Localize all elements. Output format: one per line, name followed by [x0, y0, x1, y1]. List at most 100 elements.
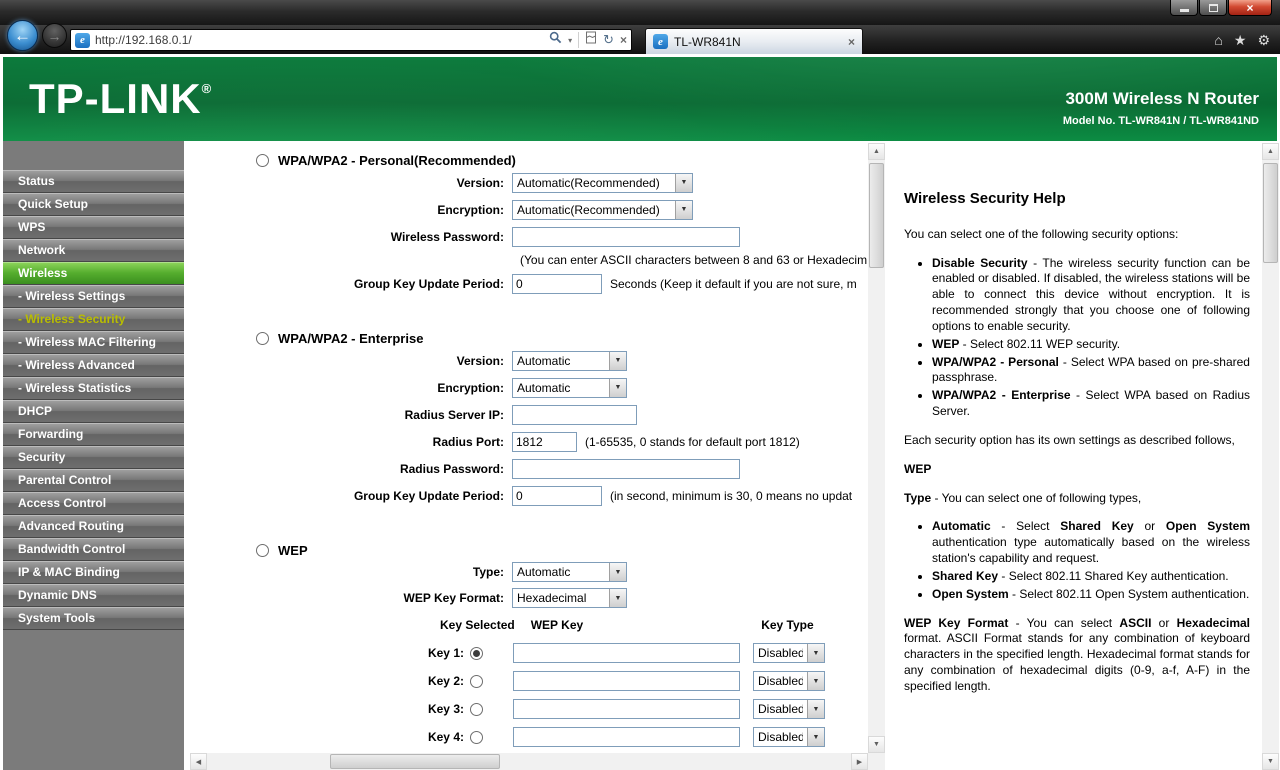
model-number: Model No. TL-WR841N / TL-WR841ND [1063, 115, 1259, 127]
minimize-icon [1180, 9, 1189, 12]
help-panel: Wireless Security Help You can select on… [890, 143, 1279, 770]
window-controls: × [1170, 0, 1272, 16]
wpa-enterprise-radio[interactable] [256, 332, 269, 345]
sidebar-item-access-control[interactable]: Access Control [3, 492, 184, 515]
chevron-down-icon: ▼ [609, 589, 626, 607]
main-horizontal-scrollbar[interactable]: ◀ ▶ [190, 753, 868, 770]
help-para: Each security option has its own setting… [904, 433, 1250, 449]
key3-input[interactable] [513, 699, 740, 719]
personal-version-value: Automatic(Recommended) [517, 176, 660, 190]
radius-server-ip-input[interactable] [512, 405, 637, 425]
chevron-down-icon: ▼ [609, 563, 626, 581]
radius-port-input[interactable] [512, 432, 577, 452]
key4-label: Key 4: [190, 730, 470, 744]
enterprise-group-key-period-input[interactable] [512, 486, 602, 506]
compatibility-view-icon[interactable] [585, 31, 597, 49]
wep-radio[interactable] [256, 544, 269, 557]
list-item: WPA/WPA2 - Personal - Select WPA based o… [932, 355, 1250, 387]
main-vscroll-thumb[interactable] [869, 163, 884, 268]
sidebar-item-bandwidth-control[interactable]: Bandwidth Control [3, 538, 184, 561]
sidebar-item-wireless-security[interactable]: - Wireless Security [3, 308, 184, 331]
enterprise-version-select[interactable]: Automatic ▼ [512, 351, 627, 371]
address-bar[interactable]: e http://192.168.0.1/ ▾ ↻ × [70, 29, 632, 51]
sidebar-menu: Status Quick Setup WPS Network Wireless … [3, 170, 184, 630]
personal-encryption-select[interactable]: Automatic(Recommended) ▼ [512, 200, 693, 220]
main-vertical-scrollbar[interactable]: ▲ ▼ [868, 143, 885, 753]
wpa-personal-radio[interactable] [256, 154, 269, 167]
key3-type-select[interactable]: Disabled ▼ [753, 699, 825, 719]
sidebar-item-quick-setup[interactable]: Quick Setup [3, 193, 184, 216]
key2-type-select[interactable]: Disabled ▼ [753, 671, 825, 691]
tab-close-icon[interactable]: × [848, 35, 855, 49]
sidebar-item-wps[interactable]: WPS [3, 216, 184, 239]
wireless-password-input[interactable] [512, 227, 740, 247]
key1-type-select[interactable]: Disabled ▼ [753, 643, 825, 663]
wireless-security-form: WPA/WPA2 - Personal(Recommended) Version… [190, 143, 868, 753]
wep-type-options-list: Automatic - Select Shared Key or Open Sy… [904, 519, 1250, 602]
chevron-down-icon: ▼ [675, 174, 692, 192]
main-hscroll-thumb[interactable] [330, 754, 500, 769]
sidebar-item-wireless[interactable]: Wireless [3, 262, 184, 285]
sidebar-item-dynamic-dns[interactable]: Dynamic DNS [3, 584, 184, 607]
close-button[interactable]: × [1228, 0, 1272, 16]
sidebar-item-wireless-mac-filtering[interactable]: - Wireless MAC Filtering [3, 331, 184, 354]
key4-radio[interactable] [470, 731, 483, 744]
wpa-enterprise-section: WPA/WPA2 - Enterprise [256, 329, 868, 347]
refresh-icon[interactable]: ↻ [603, 32, 614, 48]
sidebar-item-status[interactable]: Status [3, 170, 184, 193]
scroll-down-icon[interactable]: ▼ [868, 736, 885, 753]
help-vertical-scrollbar[interactable]: ▲ ▼ [1262, 143, 1279, 770]
radius-password-input[interactable] [512, 459, 740, 479]
scroll-down-icon[interactable]: ▼ [1262, 753, 1279, 770]
stop-icon[interactable]: × [620, 33, 627, 47]
key1-input[interactable] [513, 643, 740, 663]
enterprise-encryption-select[interactable]: Automatic ▼ [512, 378, 627, 398]
maximize-button[interactable] [1199, 0, 1227, 16]
key3-radio[interactable] [470, 703, 483, 716]
router-header: TP-LINK® 300M Wireless N Router Model No… [3, 57, 1277, 141]
personal-group-key-period-input[interactable] [512, 274, 602, 294]
tab-title: TL-WR841N [674, 35, 842, 49]
help-title: Wireless Security Help [904, 189, 1250, 209]
back-button[interactable]: ← [7, 20, 38, 51]
group-key-period-label: Group Key Update Period: [190, 277, 512, 291]
key4-input[interactable] [513, 727, 740, 747]
key2-input[interactable] [513, 671, 740, 691]
sidebar-item-forwarding[interactable]: Forwarding [3, 423, 184, 446]
sidebar-item-parental-control[interactable]: Parental Control [3, 469, 184, 492]
sidebar-item-wireless-settings[interactable]: - Wireless Settings [3, 285, 184, 308]
sidebar-item-dhcp[interactable]: DHCP [3, 400, 184, 423]
wep-key-row-3: Key 3: Disabled ▼ [190, 695, 868, 723]
favorites-star-icon[interactable]: ★ [1234, 31, 1247, 49]
scroll-right-icon[interactable]: ▶ [851, 753, 868, 770]
sidebar-item-security[interactable]: Security [3, 446, 184, 469]
sidebar-item-wireless-advanced[interactable]: - Wireless Advanced [3, 354, 184, 377]
key1-radio[interactable] [470, 647, 483, 660]
scroll-up-icon[interactable]: ▲ [868, 143, 885, 160]
key2-radio[interactable] [470, 675, 483, 688]
sidebar-item-wireless-statistics[interactable]: - Wireless Statistics [3, 377, 184, 400]
wep-key-format-select[interactable]: Hexadecimal ▼ [512, 588, 627, 608]
sidebar-item-ip-mac-binding[interactable]: IP & MAC Binding [3, 561, 184, 584]
browser-tab[interactable]: e TL-WR841N × [645, 28, 863, 54]
wep-type-select[interactable]: Automatic ▼ [512, 562, 627, 582]
minimize-button[interactable] [1170, 0, 1198, 16]
search-dropdown-icon[interactable]: ▾ [568, 36, 572, 45]
key4-type-select[interactable]: Disabled ▼ [753, 727, 825, 747]
wpa-enterprise-title: WPA/WPA2 - Enterprise [278, 331, 423, 346]
list-item: WPA/WPA2 - Enterprise - Select WPA based… [932, 388, 1250, 420]
sidebar-item-advanced-routing[interactable]: Advanced Routing [3, 515, 184, 538]
home-icon[interactable]: ⌂ [1214, 31, 1222, 49]
url-text[interactable]: http://192.168.0.1/ [95, 33, 544, 47]
settings-gear-icon[interactable]: ⚙ [1257, 31, 1270, 49]
sidebar-item-network[interactable]: Network [3, 239, 184, 262]
help-vscroll-thumb[interactable] [1263, 163, 1278, 263]
version-label: Version: [190, 176, 512, 190]
search-icon[interactable] [549, 31, 562, 49]
list-item: WEP - Select 802.11 WEP security. [932, 337, 1250, 353]
forward-button[interactable]: → [42, 23, 67, 48]
scroll-up-icon[interactable]: ▲ [1262, 143, 1279, 160]
personal-version-select[interactable]: Automatic(Recommended) ▼ [512, 173, 693, 193]
sidebar-item-system-tools[interactable]: System Tools [3, 607, 184, 630]
scroll-left-icon[interactable]: ◀ [190, 753, 207, 770]
